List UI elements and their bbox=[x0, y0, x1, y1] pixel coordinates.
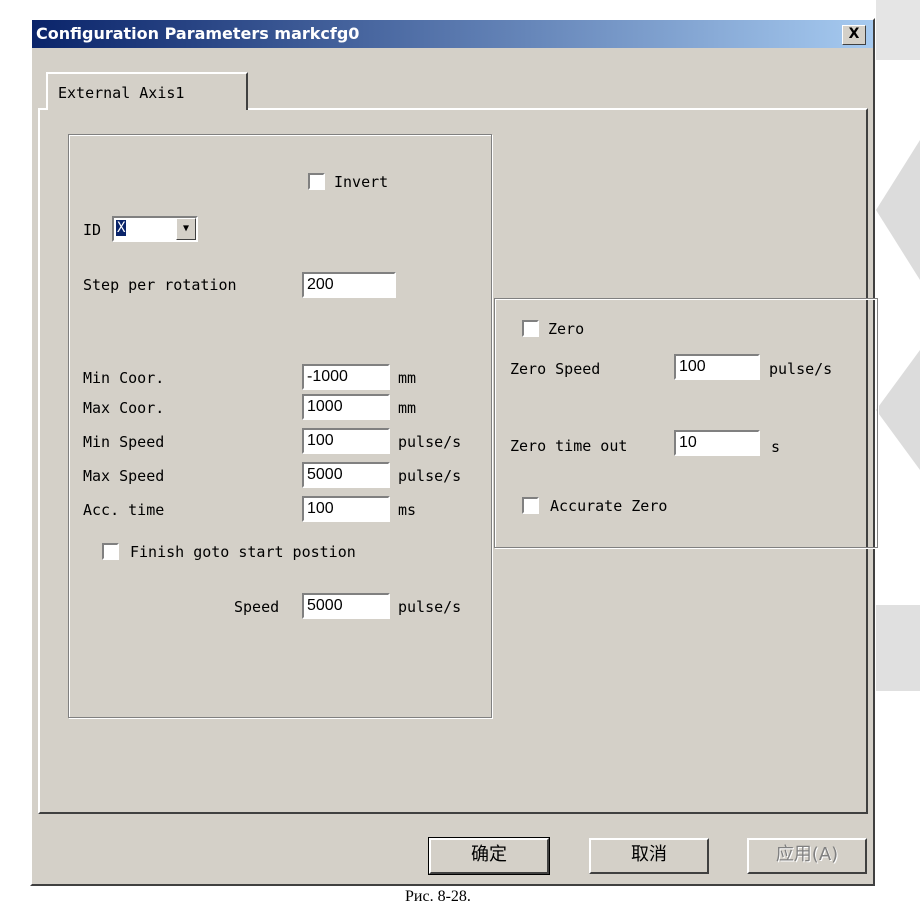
chevron-down-icon[interactable]: ▼ bbox=[176, 218, 196, 240]
max-coor-label: Max Coor. bbox=[83, 399, 165, 417]
zero-checkbox[interactable] bbox=[522, 320, 539, 337]
max-coor-input[interactable]: 1000 bbox=[302, 394, 390, 420]
max-speed-label: Max Speed bbox=[83, 467, 165, 485]
dialog-title: Configuration Parameters markcfg0 bbox=[36, 24, 360, 43]
close-icon: X bbox=[848, 26, 860, 42]
min-coor-unit: mm bbox=[398, 369, 417, 387]
id-label: ID bbox=[83, 221, 102, 239]
figure-caption: Рис. 8-28. bbox=[405, 888, 471, 905]
min-coor-label: Min Coor. bbox=[83, 369, 165, 387]
background-decor bbox=[876, 350, 920, 470]
speed-input[interactable]: 5000 bbox=[302, 593, 390, 619]
min-speed-input[interactable]: 100 bbox=[302, 428, 390, 454]
invert-checkbox[interactable] bbox=[308, 173, 325, 190]
title-bar[interactable]: Configuration Parameters markcfg0 X bbox=[32, 20, 873, 48]
tab-label: External Axis1 bbox=[58, 84, 185, 102]
zero-label: Zero bbox=[548, 320, 585, 338]
zero-speed-label: Zero Speed bbox=[510, 360, 601, 378]
zero-speed-unit: pulse/s bbox=[769, 360, 833, 378]
document-top-strip bbox=[0, 0, 920, 20]
min-coor-input[interactable]: -1000 bbox=[302, 364, 390, 390]
max-coor-unit: mm bbox=[398, 399, 417, 417]
invert-label: Invert bbox=[334, 173, 389, 191]
acc-time-input[interactable]: 100 bbox=[302, 496, 390, 522]
max-speed-unit: pulse/s bbox=[398, 467, 462, 485]
background-decor bbox=[876, 0, 920, 60]
id-select[interactable]: X ▼ bbox=[112, 216, 198, 242]
ok-button[interactable]: 确定 bbox=[428, 837, 550, 875]
id-select-value: X bbox=[116, 220, 127, 236]
zero-timeout-unit: s bbox=[771, 438, 781, 456]
speed-unit: pulse/s bbox=[398, 598, 462, 616]
finish-goto-start-checkbox[interactable] bbox=[102, 543, 119, 560]
max-speed-input[interactable]: 5000 bbox=[302, 462, 390, 488]
acc-time-unit: ms bbox=[398, 501, 417, 519]
speed-label: Speed bbox=[234, 598, 280, 616]
finish-goto-start-label: Finish goto start postion bbox=[130, 543, 356, 561]
step-per-rotation-input[interactable]: 200 bbox=[302, 272, 396, 298]
config-dialog: Configuration Parameters markcfg0 X Exte… bbox=[30, 18, 878, 886]
zero-timeout-label: Zero time out bbox=[510, 437, 628, 455]
apply-button[interactable]: 应用(A) bbox=[747, 838, 867, 874]
cancel-button[interactable]: 取消 bbox=[589, 838, 709, 874]
step-per-rotation-label: Step per rotation bbox=[83, 276, 237, 294]
zero-timeout-input[interactable]: 10 bbox=[674, 430, 760, 456]
acc-time-label: Acc. time bbox=[83, 501, 165, 519]
close-button[interactable]: X bbox=[842, 25, 866, 45]
accurate-zero-checkbox[interactable] bbox=[522, 497, 539, 514]
min-speed-label: Min Speed bbox=[83, 433, 165, 451]
background-decor bbox=[876, 140, 920, 280]
zero-speed-input[interactable]: 100 bbox=[674, 354, 760, 380]
min-speed-unit: pulse/s bbox=[398, 433, 462, 451]
accurate-zero-label: Accurate Zero bbox=[550, 497, 668, 515]
background-decor bbox=[876, 605, 920, 691]
tab-external-axis1[interactable]: External Axis1 bbox=[46, 72, 248, 110]
